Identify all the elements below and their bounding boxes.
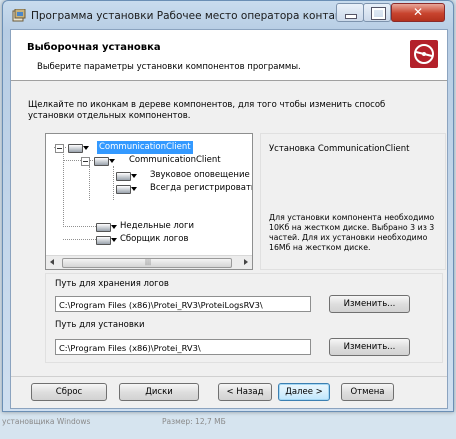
scroll-right-icon[interactable] — [244, 259, 248, 265]
change-logs-path-button[interactable]: Изменить... — [329, 295, 410, 313]
tree-item-label: CommunicationClient — [129, 155, 221, 165]
install-path-field[interactable]: C:\Program Files (x86)\Protei_RV3\ — [55, 339, 311, 355]
installer-window: Программа установки Рабочее место операт… — [2, 0, 454, 412]
tree-connector — [63, 154, 64, 227]
tree-connector — [89, 166, 90, 200]
description-body: Для установки компонента необходимо 10Кб… — [269, 213, 435, 252]
maximize-button[interactable] — [363, 3, 391, 22]
size-text: Размер: 12,7 МБ — [162, 417, 226, 426]
minimize-button[interactable] — [336, 3, 364, 22]
feature-state-icon[interactable] — [116, 171, 138, 181]
installer-app-icon — [12, 9, 26, 22]
reset-button[interactable]: Сброс — [31, 383, 107, 401]
dialog-footer: Сброс Диски < Назад Далее > Отмена — [11, 376, 447, 409]
collapse-toggle-icon[interactable] — [55, 144, 64, 153]
collapse-toggle-icon[interactable] — [81, 157, 90, 166]
close-button[interactable]: ✕ — [391, 3, 445, 22]
installer-logo — [410, 40, 438, 68]
title-bar[interactable]: Программа установки Рабочее место операт… — [3, 1, 453, 29]
dialog-client-area: Выборочная установка Выберите параметры … — [10, 29, 448, 409]
instructions-text: Щелкайте по иконкам в дереве компонентов… — [28, 100, 386, 121]
back-button[interactable]: < Назад — [218, 383, 272, 401]
disk-logo-icon — [414, 44, 434, 64]
component-tree[interactable]: CommunicationClient CommunicationClient … — [45, 133, 253, 270]
tree-connector — [63, 239, 96, 240]
logs-path-field[interactable]: C:\Program Files (x86)\Protei_RV3\Protei… — [55, 296, 311, 312]
status-text: установщика Windows — [2, 417, 91, 426]
close-icon: ✕ — [412, 5, 424, 19]
status-bar: установщика Windows Размер: 12,7 МБ — [0, 413, 456, 433]
page-title: Выборочная установка — [27, 42, 161, 53]
tree-connector — [63, 226, 96, 227]
logs-path-label: Путь для хранения логов — [55, 279, 169, 289]
feature-state-icon[interactable] — [96, 222, 118, 232]
tree-item-label: Звуковое оповещение — [150, 170, 250, 180]
tree-horizontal-scrollbar[interactable]: ||| — [46, 255, 252, 269]
feature-state-icon[interactable] — [68, 143, 90, 153]
tree-item-label: CommunicationClient — [97, 141, 193, 154]
scroll-left-icon[interactable] — [50, 259, 54, 265]
feature-state-icon[interactable] — [96, 235, 118, 245]
disks-button[interactable]: Диски — [119, 383, 199, 401]
tree-item-label: Всегда регистрировать — [150, 183, 253, 193]
next-button[interactable]: Далее > — [278, 383, 330, 401]
tree-connector — [113, 166, 114, 200]
scroll-thumb[interactable]: ||| — [62, 258, 232, 268]
feature-state-icon[interactable] — [94, 156, 116, 166]
page-subtitle: Выберите параметры установки компонентов… — [37, 62, 301, 72]
component-description-panel: Установка CommunicationClient Для устано… — [260, 133, 446, 270]
feature-state-icon[interactable] — [116, 184, 138, 194]
description-title: Установка CommunicationClient — [269, 144, 410, 154]
change-install-path-button[interactable]: Изменить... — [329, 338, 410, 356]
maximize-icon — [371, 7, 386, 20]
paths-panel: Путь для хранения логов C:\Program Files… — [45, 273, 443, 363]
tree-item-label: Сборщик логов — [120, 234, 189, 244]
minimize-icon — [345, 14, 357, 19]
scroll-grip: ||| — [145, 259, 152, 266]
install-path-label: Путь для установки — [55, 320, 145, 330]
dialog-header: Выборочная установка Выберите параметры … — [11, 30, 447, 81]
tree-item-label: Недельные логи — [120, 221, 194, 231]
cancel-button[interactable]: Отмена — [341, 383, 394, 401]
